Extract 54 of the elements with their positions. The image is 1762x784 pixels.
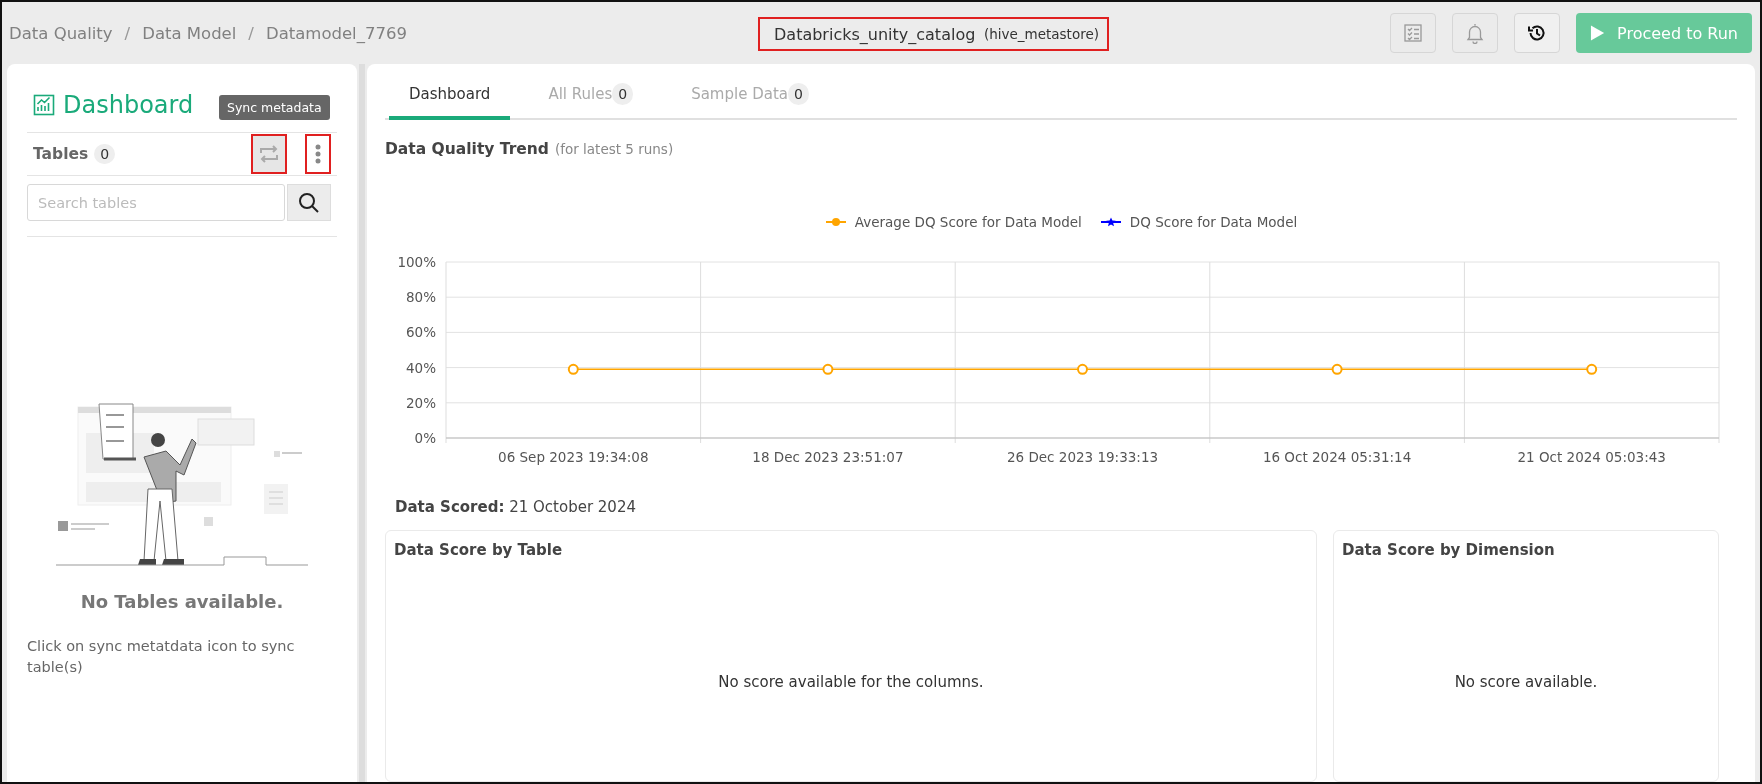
tab[interactable]: Sample Data 0 bbox=[671, 72, 829, 120]
history-icon bbox=[1527, 23, 1547, 43]
checklist-icon bbox=[1403, 23, 1423, 43]
section-title: Data Quality Trend bbox=[385, 140, 549, 158]
card-title: Data Score by Dimension bbox=[1342, 541, 1556, 559]
sync-button[interactable] bbox=[251, 134, 287, 174]
x-axis-label: 06 Sep 2023 19:34:08 bbox=[498, 449, 649, 465]
data-point bbox=[1586, 363, 1598, 375]
legend-label: DQ Score for Data Model bbox=[1129, 214, 1298, 230]
x-axis-label: 16 Oct 2024 05:31:14 bbox=[1262, 449, 1412, 465]
y-axis-label: 100% bbox=[397, 254, 436, 270]
search-button[interactable] bbox=[287, 184, 331, 221]
catalog-label: Databricks_unity_catalog (hive_metastore) bbox=[758, 17, 1109, 51]
search-field[interactable]: Search tables bbox=[27, 184, 285, 221]
kebab-menu-icon bbox=[315, 143, 321, 165]
legend-circle-marker-icon bbox=[824, 217, 847, 227]
sidebar-title: Dashboard bbox=[63, 91, 194, 119]
data-point bbox=[567, 363, 579, 375]
legend-label: Average DQ Score for Data Model bbox=[854, 214, 1082, 230]
y-axis-label: 60% bbox=[406, 324, 436, 341]
tab[interactable]: Dashboard bbox=[389, 72, 511, 120]
data-scored-text: Data Scored: 21 October 2024 bbox=[395, 498, 637, 516]
y-axis-label: 20% bbox=[406, 394, 436, 411]
breadcrumb-separator: / bbox=[124, 23, 131, 43]
empty-state-message: Click on sync metatdata icon to sync table(s) bbox=[27, 637, 296, 677]
tooltip: Sync metadata bbox=[219, 95, 330, 120]
x-axis-label: 21 Oct 2024 05:03:43 bbox=[1517, 449, 1666, 465]
play-icon bbox=[1590, 24, 1606, 42]
data-point bbox=[822, 363, 834, 375]
y-axis-label: 0% bbox=[414, 430, 436, 446]
breadcrumb-separator: / bbox=[248, 23, 254, 43]
tables-count-badge: 0 bbox=[94, 144, 116, 164]
y-axis-label: 80% bbox=[406, 289, 436, 306]
sync-icon bbox=[258, 144, 280, 164]
tab[interactable]: All Rules 0 bbox=[528, 72, 654, 120]
tables-label: Tables bbox=[33, 145, 89, 163]
empty-card-message: No score available for the columns. bbox=[718, 673, 984, 691]
chart-icon bbox=[33, 94, 55, 116]
section-subtitle: (for latest 5 runs) bbox=[554, 141, 674, 157]
legend-star-marker-icon bbox=[1099, 217, 1122, 227]
card-title: Data Score by Table bbox=[394, 541, 564, 559]
y-axis-label: 40% bbox=[406, 359, 436, 376]
empty-state-title: No Tables available. bbox=[80, 591, 284, 612]
x-axis-label: 26 Dec 2023 19:33:13 bbox=[1006, 449, 1159, 465]
breadcrumb-current: Datamodel_7769 bbox=[265, 23, 407, 43]
history-button[interactable] bbox=[1514, 13, 1560, 53]
resize-handle[interactable] bbox=[359, 64, 365, 782]
x-axis-label: 18 Dec 2023 23:51:07 bbox=[752, 449, 904, 465]
empty-card-message: No score available. bbox=[1454, 673, 1598, 691]
bell-icon bbox=[1465, 22, 1485, 44]
data-point bbox=[1077, 363, 1088, 375]
data-point bbox=[1331, 363, 1343, 375]
more-options-button[interactable] bbox=[305, 134, 331, 174]
search-icon bbox=[298, 191, 320, 214]
